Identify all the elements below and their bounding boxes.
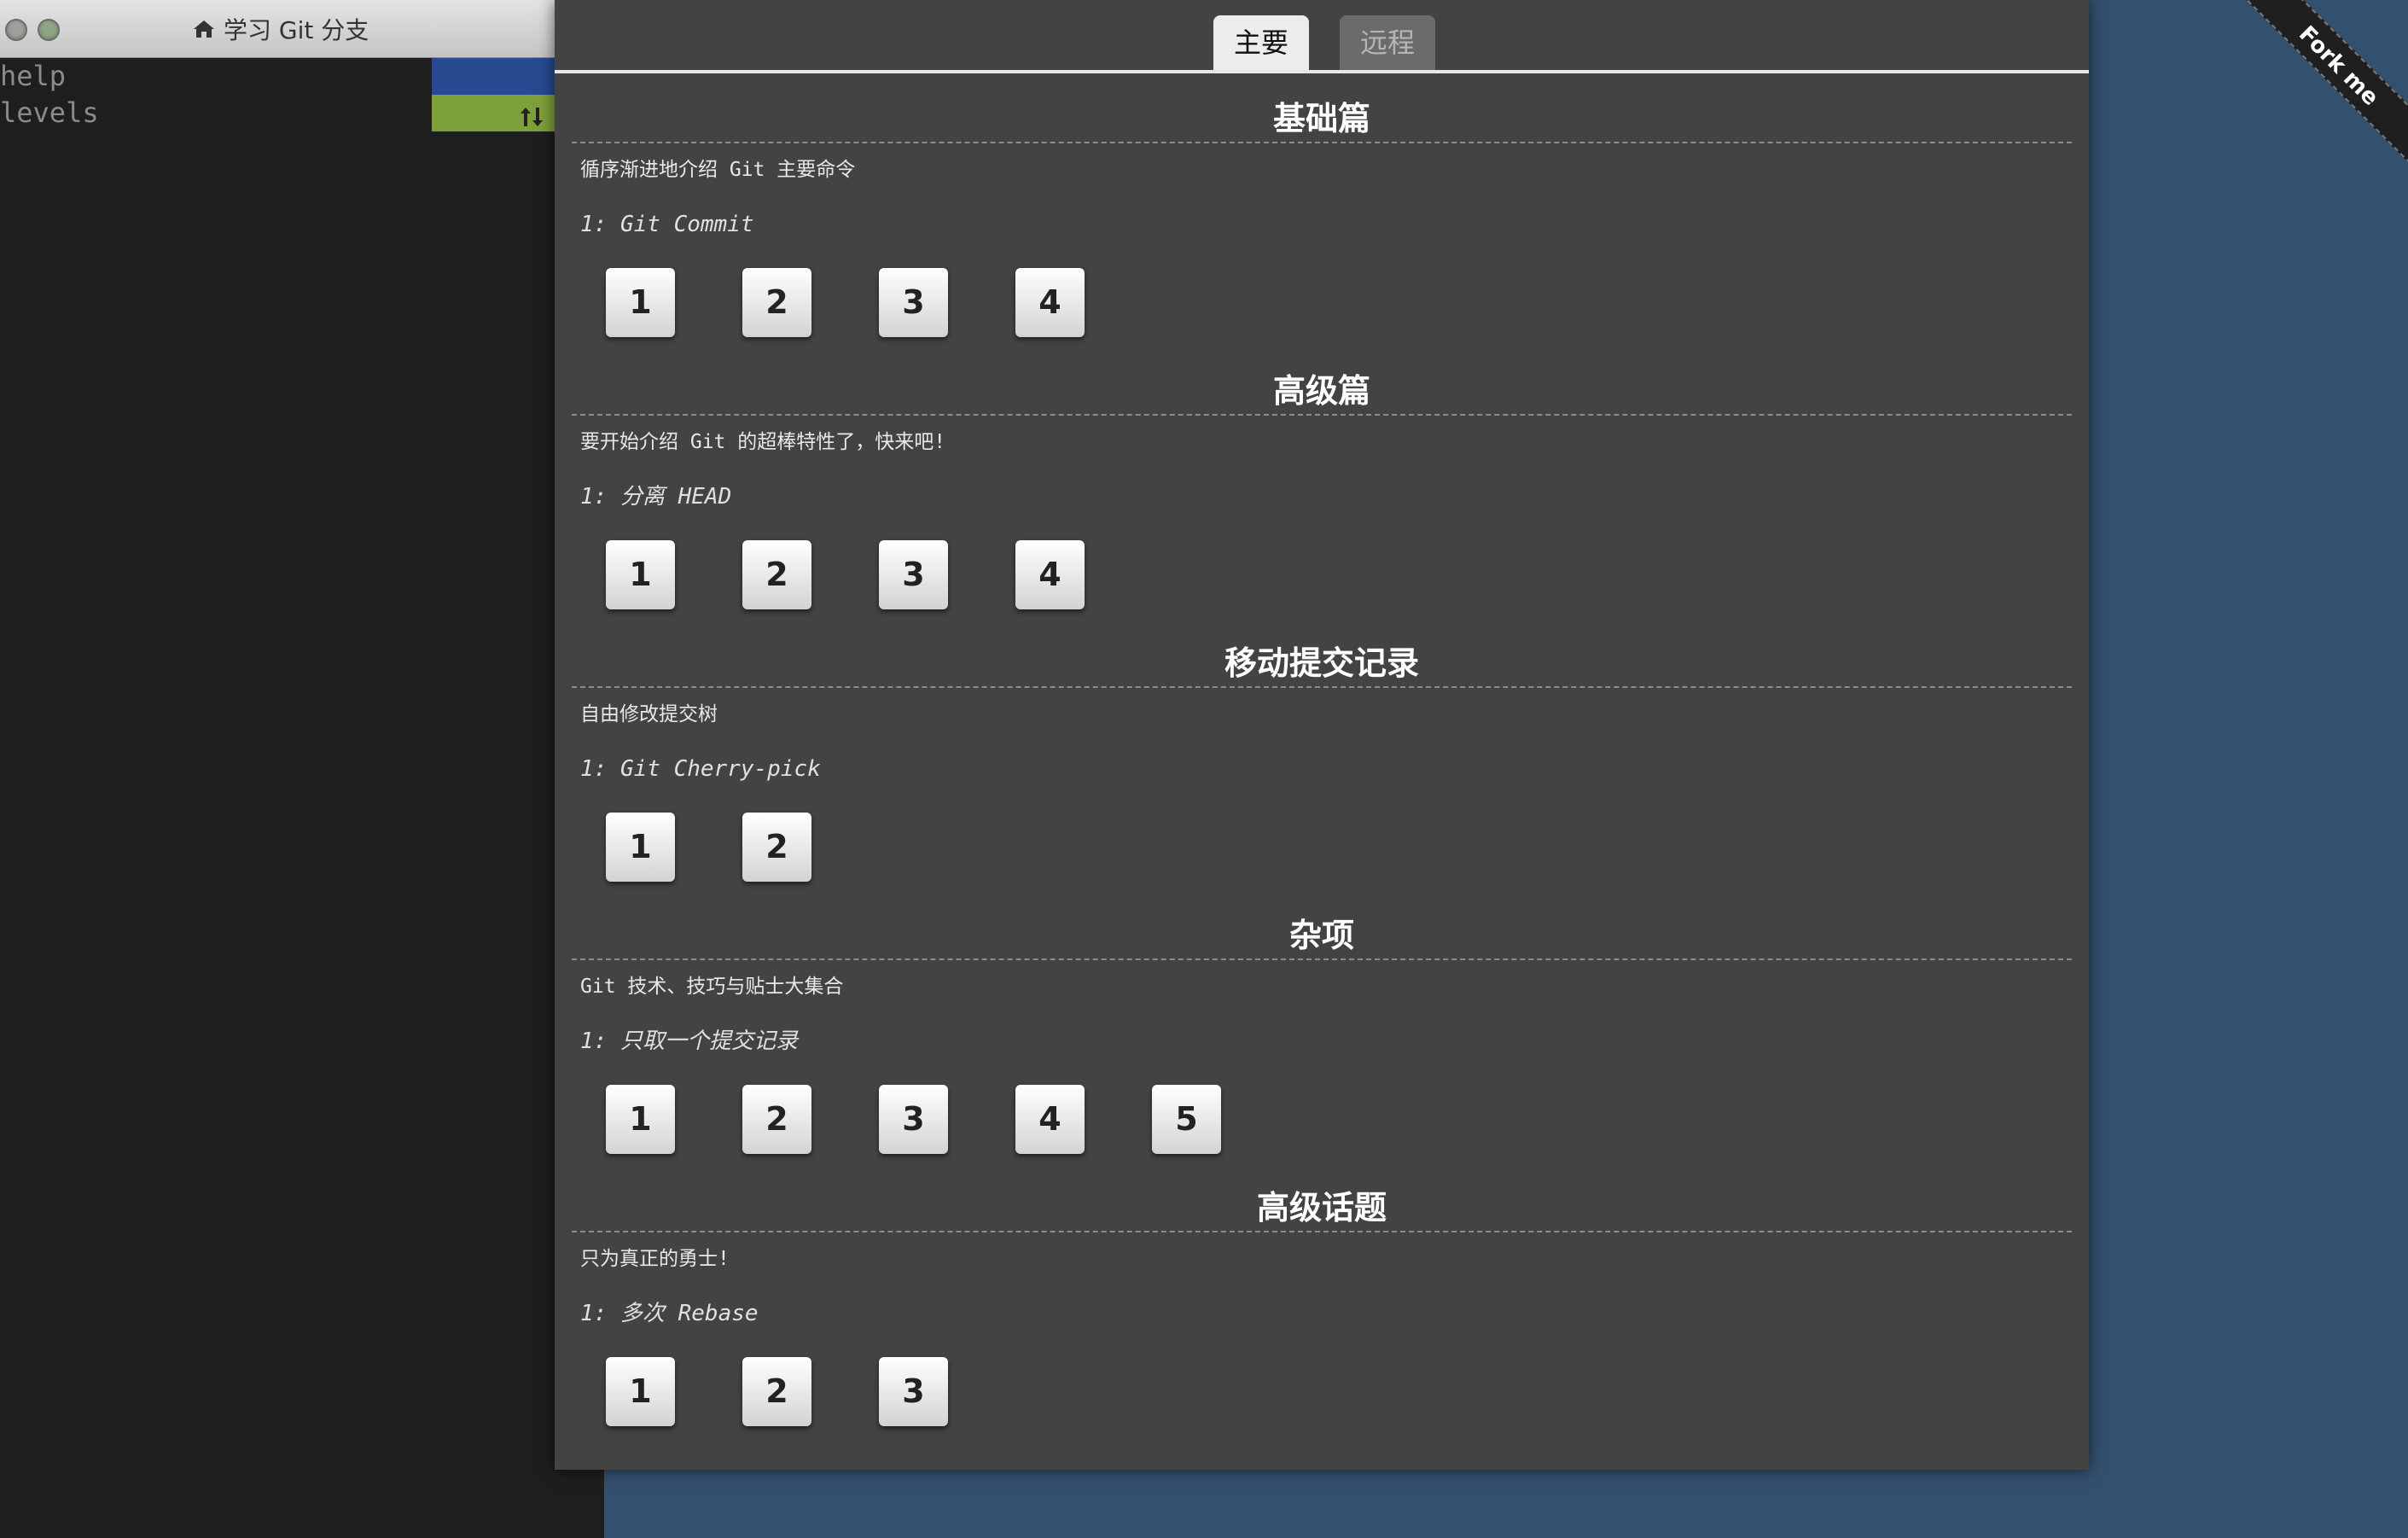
level-button-3[interactable]: 3 [879,540,948,609]
level-section-advanced-topics: 高级话题 只为真正的勇士! 1: 多次 Rebase 1 2 3 [572,1183,2072,1429]
level-button-2[interactable]: 2 [742,1085,811,1154]
section-description: 自由修改提交树 [580,703,718,725]
level-button-row: 1 2 3 4 5 [572,1085,2072,1156]
level-button-4[interactable]: 4 [1015,1085,1085,1154]
section-title: 移动提交记录 [572,638,2072,688]
terminal-line-levels[interactable]: levels [0,95,555,131]
fork-me-ribbon[interactable]: Fork me [2234,0,2408,171]
terminal-line-help[interactable]: help [0,58,555,95]
terminal-line-text: help [0,60,67,92]
section-title: 高级话题 [572,1183,2072,1232]
level-section-advanced: 高级篇 要开始介绍 Git 的超棒特性了，快来吧! 1: 分离 HEAD 1 2… [572,366,2072,612]
section-level-name: 1: 分离 HEAD [580,484,732,510]
section-level-name: 1: 多次 Rebase [580,1301,759,1326]
level-button-2[interactable]: 2 [742,1357,811,1426]
terminal-title-text: 学习 Git 分支 [224,16,369,44]
section-title: 高级篇 [572,366,2072,416]
window-zoom-button[interactable] [38,19,60,41]
terminal-line-text: levels [0,96,99,129]
level-button-1[interactable]: 1 [606,813,675,882]
level-button-1[interactable]: 1 [606,1085,675,1154]
level-section-basics: 基础篇 循序渐进地介绍 Git 主要命令 1: Git Commit 1 2 3… [572,94,2072,340]
level-button-1[interactable]: 1 [606,1357,675,1426]
sort-arrows-icon[interactable] [519,102,544,138]
terminal-output: help levels [0,58,555,131]
section-description: 要开始介绍 Git 的超棒特性了，快来吧! [580,431,946,453]
section-title: 基础篇 [572,94,2072,143]
terminal-window: 学习 Git 分支 help levels [0,0,604,1538]
level-button-row: 1 2 3 4 [572,540,2072,612]
level-section-moving-work: 移动提交记录 自由修改提交树 1: Git Cherry-pick 1 2 [572,638,2072,884]
tab-bar: 主要 远程 [555,0,2089,73]
level-selection-panel: 主要 远程 基础篇 循序渐进地介绍 Git 主要命令 1: Git Commit… [555,0,2089,1470]
level-button-2[interactable]: 2 [742,540,811,609]
level-button-4[interactable]: 4 [1015,268,1085,337]
level-button-3[interactable]: 3 [879,268,948,337]
level-button-2[interactable]: 2 [742,813,811,882]
tab-main[interactable]: 主要 [1213,15,1310,70]
level-button-row: 1 2 3 4 [572,268,2072,340]
level-button-2[interactable]: 2 [742,268,811,337]
terminal-line-highlight [432,58,555,95]
terminal-title: 学习 Git 分支 [193,12,369,46]
section-level-name: 1: 只取一个提交记录 [580,1028,798,1054]
level-button-4[interactable]: 4 [1015,540,1085,609]
tab-remote[interactable]: 远程 [1340,15,1436,70]
section-title: 杂项 [572,911,2072,960]
level-button-3[interactable]: 3 [879,1357,948,1426]
level-button-1[interactable]: 1 [606,268,675,337]
terminal-titlebar: 学习 Git 分支 [0,0,555,58]
level-button-row: 1 2 [572,813,2072,884]
section-description: Git 技术、技巧与贴士大集合 [580,976,844,998]
level-button-row: 1 2 3 [572,1357,2072,1429]
level-button-3[interactable]: 3 [879,1085,948,1154]
level-button-5[interactable]: 5 [1152,1085,1221,1154]
window-close-button[interactable] [5,19,27,41]
section-description: 循序渐进地介绍 Git 主要命令 [580,159,856,181]
section-level-name: 1: Git Cherry-pick [580,756,821,782]
level-button-1[interactable]: 1 [606,540,675,609]
level-section-mixed: 杂项 Git 技术、技巧与贴士大集合 1: 只取一个提交记录 1 2 3 4 5 [572,911,2072,1156]
terminal-line-highlight [432,95,555,131]
section-level-name: 1: Git Commit [580,212,754,237]
section-description: 只为真正的勇士! [580,1248,730,1270]
home-icon [193,19,215,39]
